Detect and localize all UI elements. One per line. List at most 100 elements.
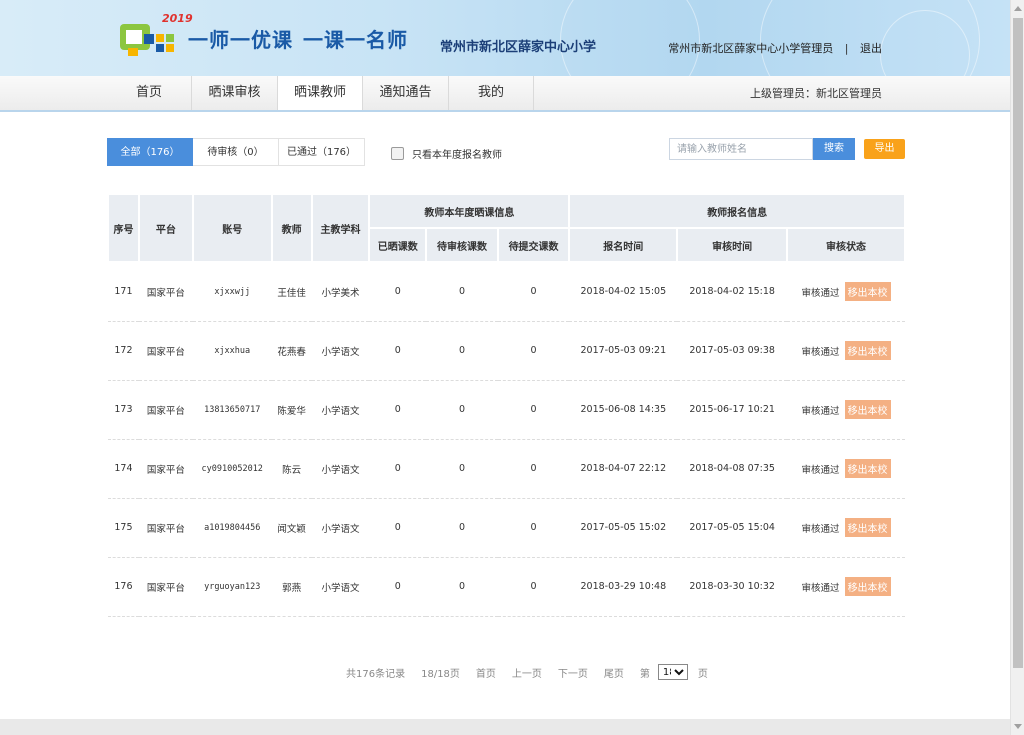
cell-account: cy0910052012 [192, 439, 272, 499]
cell-platform: 国家平台 [138, 321, 193, 381]
header-separator: | [844, 42, 849, 55]
cell-review-time: 2017-05-05 15:04 [677, 498, 788, 558]
site-header: 2019 一师一优课 一课一名师 常州市新北区薛家中心小学 常州市新北区薛家中心小… [0, 0, 1010, 76]
col-header-account: 账号 [191, 193, 273, 263]
cell-teacher: 闻文颖 [271, 498, 312, 558]
cell-account: xjxxhua [192, 321, 272, 381]
page-select[interactable]: 18 [657, 664, 688, 680]
col-header-pending-review: 待审核课数 [425, 227, 499, 263]
cell-posted: 0 [369, 380, 427, 440]
cell-review-time: 2017-05-03 09:38 [677, 321, 788, 381]
status-text: 审核通过 [801, 524, 840, 535]
school-name: 常州市新北区薛家中心小学 [440, 40, 597, 55]
cell-index: 174 [108, 439, 139, 499]
cell-review-time: 2015-06-17 10:21 [677, 380, 788, 440]
only-this-year-label: 只看本年度报名教师 [412, 150, 502, 161]
search-button[interactable]: 搜索 [813, 138, 855, 160]
cell-pending-submit: 0 [497, 498, 570, 558]
col-header-platform: 平台 [137, 193, 194, 263]
tab-pending[interactable]: 待审核（0） [193, 138, 279, 166]
only-this-year-checkbox[interactable] [391, 147, 404, 160]
table-row: 176 国家平台 yrguoyan123 郭燕 小学语文 0 0 0 2018-03-29 10… [108, 557, 905, 617]
tab-approved[interactable]: 已通过（176） [279, 138, 365, 166]
nav-items: 首页 晒课审核 晒课教师 通知通告 我的 [107, 76, 534, 110]
cell-review-status: 审核通过 移出本校 [787, 557, 905, 617]
cell-account: xjxxwjj [192, 262, 272, 322]
cell-review-time: 2018-03-30 10:32 [677, 557, 788, 617]
tab-all[interactable]: 全部（176） [107, 138, 193, 166]
teacher-search-input[interactable] [669, 138, 813, 160]
prev-page-link[interactable]: 上一页 [512, 665, 542, 680]
cell-review-status: 审核通过 移出本校 [787, 321, 905, 381]
cell-subject: 小学语文 [311, 439, 370, 499]
cell-pending-review: 0 [426, 262, 498, 322]
header-user-area: 常州市新北区薛家中心小学管理员 | 退出 [668, 40, 882, 56]
teacher-table: 序号 平台 账号 教师 主教学科 教师本年度晒课信息 教师报名信息 已晒课数 待… [107, 193, 906, 617]
vertical-scrollbar[interactable] [1010, 0, 1024, 735]
nav-item-lesson-review[interactable]: 晒课审核 [192, 76, 278, 110]
nav-item-lesson-teachers[interactable]: 晒课教师 [278, 76, 363, 110]
last-page-link[interactable]: 尾页 [604, 665, 624, 680]
nav-item-home[interactable]: 首页 [107, 76, 192, 110]
cell-posted: 0 [369, 557, 427, 617]
cell-teacher: 陈爱华 [271, 380, 312, 440]
cell-pending-review: 0 [426, 557, 498, 617]
scroll-up-icon[interactable] [1014, 6, 1022, 11]
remove-from-school-button[interactable]: 移出本校 [844, 518, 891, 537]
cell-review-time: 2018-04-08 07:35 [677, 439, 788, 499]
remove-from-school-button[interactable]: 移出本校 [844, 459, 891, 478]
cell-platform: 国家平台 [138, 439, 193, 499]
cell-teacher: 陈云 [271, 439, 312, 499]
col-header-review-time: 审核时间 [676, 227, 789, 263]
cell-subject: 小学美术 [311, 262, 370, 322]
page-of: 18/18页 [421, 668, 460, 680]
cell-posted: 0 [369, 262, 427, 322]
cell-register-time: 2018-03-29 10:48 [569, 557, 678, 617]
cell-review-status: 审核通过 移出本校 [787, 439, 905, 499]
table-body: 171 国家平台 xjxxwjj 王佳佳 小学美术 0 0 0 2018-04-02 15:05… [108, 262, 905, 617]
cell-teacher: 花燕春 [271, 321, 312, 381]
go-prefix: 第 [639, 668, 650, 680]
col-header-teacher: 教师 [270, 193, 313, 263]
nav-item-notices[interactable]: 通知通告 [363, 76, 449, 110]
scroll-down-icon[interactable] [1014, 724, 1022, 729]
only-this-year-filter[interactable]: 只看本年度报名教师 [391, 146, 502, 161]
remove-from-school-button[interactable]: 移出本校 [844, 400, 891, 419]
remove-from-school-button[interactable]: 移出本校 [844, 341, 891, 360]
cell-account: a1019804456 [192, 498, 272, 558]
slogan-part-2: 一课一名师 [303, 27, 408, 52]
cell-account: yrguoyan123 [192, 557, 272, 617]
remove-from-school-button[interactable]: 移出本校 [844, 282, 891, 302]
export-button[interactable]: 导出 [864, 139, 905, 159]
total-records: 共176条记录 [346, 668, 406, 680]
table-row: 173 国家平台 13813650717 陈爱华 小学语文 0 0 0 2015-06-08 1… [108, 380, 905, 440]
cell-register-time: 2018-04-02 15:05 [569, 262, 678, 322]
cell-subject: 小学语文 [311, 498, 370, 558]
cell-platform: 国家平台 [138, 262, 193, 322]
cell-register-time: 2015-06-08 14:35 [569, 380, 678, 440]
logout-link[interactable]: 退出 [860, 42, 882, 55]
col-header-register-time: 报名时间 [568, 227, 679, 263]
col-header-index: 序号 [107, 193, 140, 263]
scroll-thumb[interactable] [1013, 18, 1023, 668]
cell-pending-review: 0 [426, 498, 498, 558]
current-user-label[interactable]: 常州市新北区薛家中心小学管理员 [668, 42, 833, 55]
cell-index: 175 [108, 498, 139, 558]
cell-platform: 国家平台 [138, 557, 193, 617]
first-page-link[interactable]: 首页 [476, 665, 496, 680]
cell-review-time: 2018-04-02 15:18 [677, 262, 788, 322]
cell-index: 171 [108, 262, 139, 322]
site-logo[interactable]: 2019 一师一优课 一课一名师 [118, 12, 408, 60]
cell-index: 172 [108, 321, 139, 381]
cell-index: 173 [108, 380, 139, 440]
cell-pending-review: 0 [426, 439, 498, 499]
pagination: 共176条记录 18/18页 首页 上一页 下一页 尾页 第 18 页 [346, 664, 724, 680]
next-page-link[interactable]: 下一页 [558, 665, 588, 680]
col-header-review-status: 审核状态 [786, 227, 906, 263]
col-header-subject: 主教学科 [310, 193, 371, 263]
remove-from-school-button[interactable]: 移出本校 [844, 577, 891, 596]
col-header-posted: 已晒课数 [368, 227, 428, 263]
nav-item-mine[interactable]: 我的 [449, 76, 534, 110]
cell-subject: 小学语文 [311, 380, 370, 440]
cell-pending-submit: 0 [497, 321, 570, 381]
